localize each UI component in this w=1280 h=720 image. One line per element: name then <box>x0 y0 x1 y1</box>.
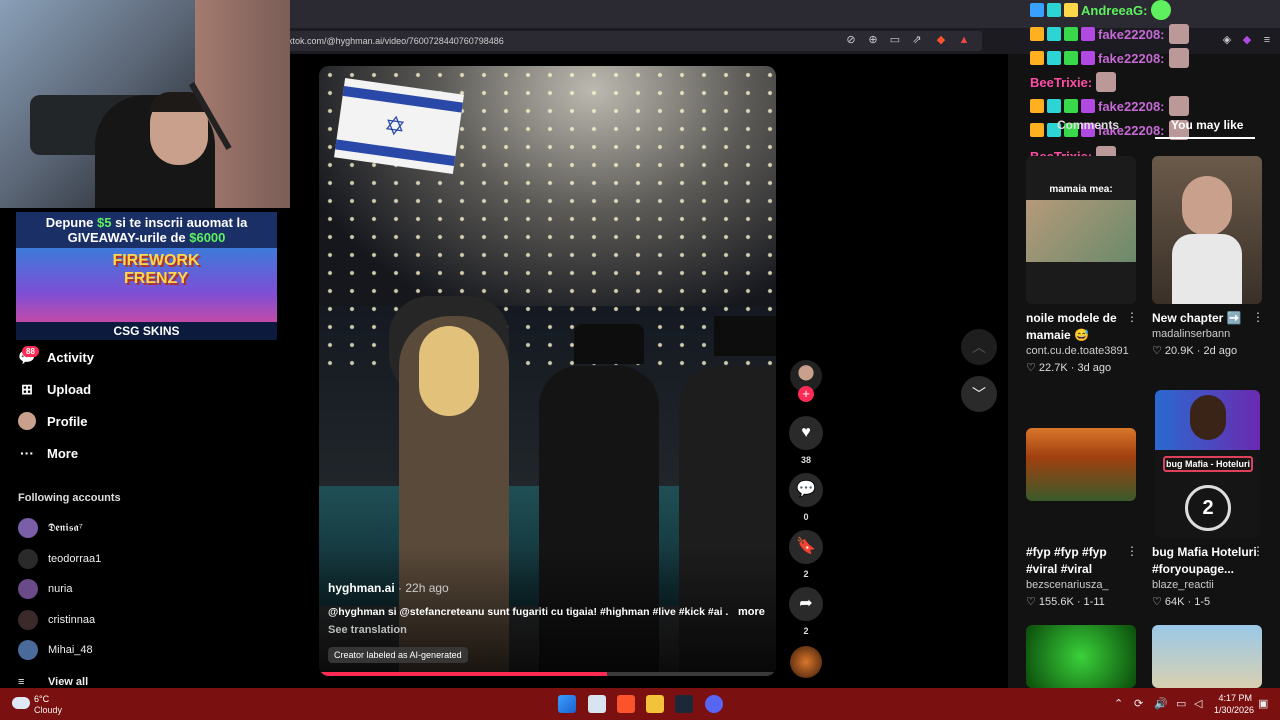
following-header: Following accounts <box>18 492 121 504</box>
clock-time[interactable]: 4:17 PM <box>1212 693 1252 703</box>
card-title[interactable]: noile modele de mamaie 😅 <box>1026 310 1126 344</box>
task-view-icon[interactable] <box>588 695 606 713</box>
clock-date[interactable]: 1/30/2026 <box>1210 705 1254 715</box>
speaker-icon[interactable]: 🔊 <box>1154 697 1168 710</box>
chat-message: fake22208: <box>1030 48 1189 68</box>
brave-browser-icon[interactable] <box>617 695 635 713</box>
card-stats: ♡ 22.7K · 3d ago <box>1026 362 1112 374</box>
previous-video-button[interactable]: ︿ <box>961 329 997 365</box>
plus-square-icon: ⊞ <box>21 381 33 397</box>
video-thumbnail[interactable] <box>1152 625 1262 688</box>
card-user[interactable]: cont.cu.de.toate3891 <box>1026 345 1129 357</box>
start-icon[interactable] <box>558 695 576 713</box>
caption-more-button[interactable]: more <box>738 606 765 618</box>
avatar <box>18 579 38 599</box>
comment-icon: 💬 <box>789 473 823 507</box>
video-player[interactable]: ✡ hyghman.ai · 22h ago @hyghman si @stef… <box>319 66 776 676</box>
tab-you-may-like[interactable]: You may like <box>1171 118 1243 132</box>
sidebar-item-more[interactable]: ··· More <box>18 442 78 464</box>
weather-temperature[interactable]: 6°C <box>34 694 49 704</box>
follow-plus-icon[interactable]: + <box>798 386 814 402</box>
following-item[interactable]: 𝕯𝖊𝖓𝖎𝖘𝖆⁷ <box>18 518 83 538</box>
notification-badge: 88 <box>22 346 39 357</box>
card-user[interactable]: madalinserbann <box>1152 328 1230 340</box>
discord-icon[interactable] <box>705 695 723 713</box>
promo-game-title: FIREWORK FRENZY <box>112 252 200 287</box>
video-thumbnail[interactable] <box>1026 428 1136 501</box>
brave-shield-icon[interactable]: ◆ <box>934 33 948 47</box>
video-progress-bar[interactable] <box>319 672 776 676</box>
chat-message: fake22208: <box>1030 24 1189 44</box>
active-tab-indicator <box>1155 137 1255 139</box>
avatar <box>18 610 38 630</box>
reader-off-icon[interactable]: ⊘ <box>844 33 858 47</box>
screen-icon[interactable]: ▭ <box>888 33 902 47</box>
more-dots-icon: ··· <box>20 445 34 461</box>
chat-message: fake22208: <box>1030 96 1189 116</box>
chat-message: BeeTrixie: <box>1030 72 1117 92</box>
promo-banner: Depune $5 si te inscrii auomat la GIVEAW… <box>16 212 277 340</box>
video-thumbnail[interactable] <box>1152 156 1262 304</box>
more-options-icon[interactable]: ⋮ <box>1126 544 1138 558</box>
avatar-icon <box>18 412 36 430</box>
sync-icon[interactable]: ⟳ <box>1134 697 1143 710</box>
network-icon[interactable]: ▭ <box>1176 697 1186 710</box>
card-stats: ♡ 64K · 1-5 <box>1152 596 1211 608</box>
following-item[interactable]: Mihai_48 <box>18 640 93 660</box>
video-thumbnail[interactable]: bug Mafia - Hoteluri 2 <box>1155 390 1260 538</box>
more-options-icon[interactable]: ⋮ <box>1252 544 1264 558</box>
following-item[interactable]: cristinnaa <box>18 610 95 630</box>
notification-icon[interactable]: ▣ <box>1258 697 1268 710</box>
steam-icon[interactable] <box>675 695 693 713</box>
zoom-icon[interactable]: ⊕ <box>866 33 880 47</box>
promo-brand: CSG SKINS <box>16 322 277 340</box>
share-icon[interactable]: ⇗ <box>910 33 924 47</box>
save-button[interactable]: 🔖 2 <box>789 530 823 579</box>
cloud-icon[interactable] <box>12 697 30 709</box>
music-disc-icon[interactable] <box>790 646 822 678</box>
list-icon: ≡ <box>18 676 25 688</box>
card-title[interactable]: bug Mafia Hoteluri #foryoupage... <box>1152 544 1257 578</box>
stream-chat-overlay: AndreeaG: fake22208: fake22208: BeeTrixi… <box>1030 0 1280 170</box>
brave-rewards-icon[interactable]: ▲ <box>957 33 971 47</box>
next-video-button[interactable]: ﹀ <box>961 376 997 412</box>
weather-description[interactable]: Cloudy <box>34 705 62 715</box>
card-title[interactable]: #fyp #fyp #fyp #viral #viral <box>1026 544 1126 578</box>
following-item[interactable]: teodorraa1 <box>18 549 101 569</box>
webcam-overlay <box>0 0 290 208</box>
card-user[interactable]: bezscenariusza_ <box>1026 579 1109 591</box>
following-item[interactable]: nuria <box>18 579 72 599</box>
more-options-icon[interactable]: ⋮ <box>1252 310 1264 324</box>
card-stats: ♡ 155.6K · 1-11 <box>1026 596 1105 608</box>
avatar <box>18 640 38 660</box>
comment-button[interactable]: 💬 0 <box>789 473 823 522</box>
ai-generated-label: Creator labeled as AI-generated <box>328 647 468 663</box>
tab-comments[interactable]: Comments <box>1057 118 1119 132</box>
volume-icon[interactable]: ◁ <box>1194 697 1202 710</box>
see-translation-link[interactable]: See translation <box>328 624 407 636</box>
chat-message: AndreeaG: <box>1030 0 1172 20</box>
video-author[interactable]: hyghman.ai · 22h ago <box>328 581 449 595</box>
share-arrow-icon: ➦ <box>789 587 823 621</box>
avatar <box>18 549 38 569</box>
bookmark-icon: 🔖 <box>789 530 823 564</box>
promo-line-2: GIVEAWAY-urile de $6000 <box>67 230 226 245</box>
promo-line-1: Depune $5 si te inscrii auomat la <box>45 215 248 230</box>
like-button[interactable]: ♥ 38 <box>789 416 823 465</box>
avatar <box>18 518 38 538</box>
card-stats: ♡ 20.9K · 2d ago <box>1152 345 1238 357</box>
more-options-icon[interactable]: ⋮ <box>1126 310 1138 324</box>
chevron-up-icon[interactable]: ⌃ <box>1114 697 1123 710</box>
video-thumbnail[interactable] <box>1026 625 1136 688</box>
card-user[interactable]: blaze_reactii <box>1152 579 1214 591</box>
video-thumbnail[interactable]: mamaia mea: <box>1026 156 1136 304</box>
card-title[interactable]: New chapter ➡️ <box>1152 310 1252 327</box>
sidebar-item-upload[interactable]: ⊞ Upload <box>18 378 91 400</box>
sidebar-item-profile[interactable]: Profile <box>18 410 87 432</box>
video-caption: @hyghman si @stefancreteanu sunt fugarit… <box>328 606 728 618</box>
file-explorer-icon[interactable] <box>646 695 664 713</box>
windows-taskbar <box>0 688 1280 720</box>
heart-icon: ♥ <box>789 416 823 450</box>
share-button[interactable]: ➦ 2 <box>789 587 823 636</box>
